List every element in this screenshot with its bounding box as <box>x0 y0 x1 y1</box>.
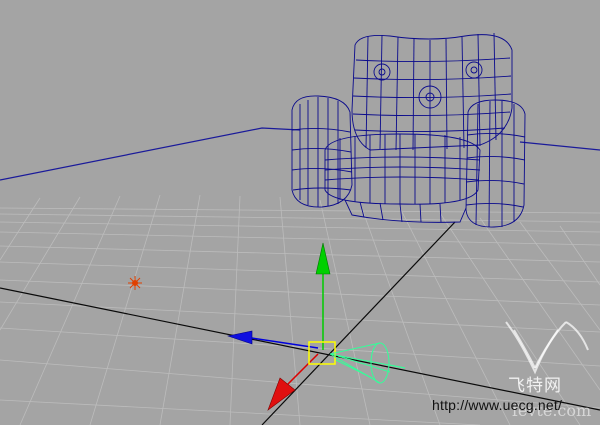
viewport-scene[interactable] <box>0 0 600 425</box>
point-light-icon[interactable] <box>128 276 142 290</box>
watermark-url: http://www.uecg.net/ <box>432 397 563 413</box>
3d-viewport[interactable]: 飞特网 fevte.com http://www.uecg.net/ <box>0 0 600 425</box>
watermark-site-cn: 飞特网 <box>508 376 562 396</box>
